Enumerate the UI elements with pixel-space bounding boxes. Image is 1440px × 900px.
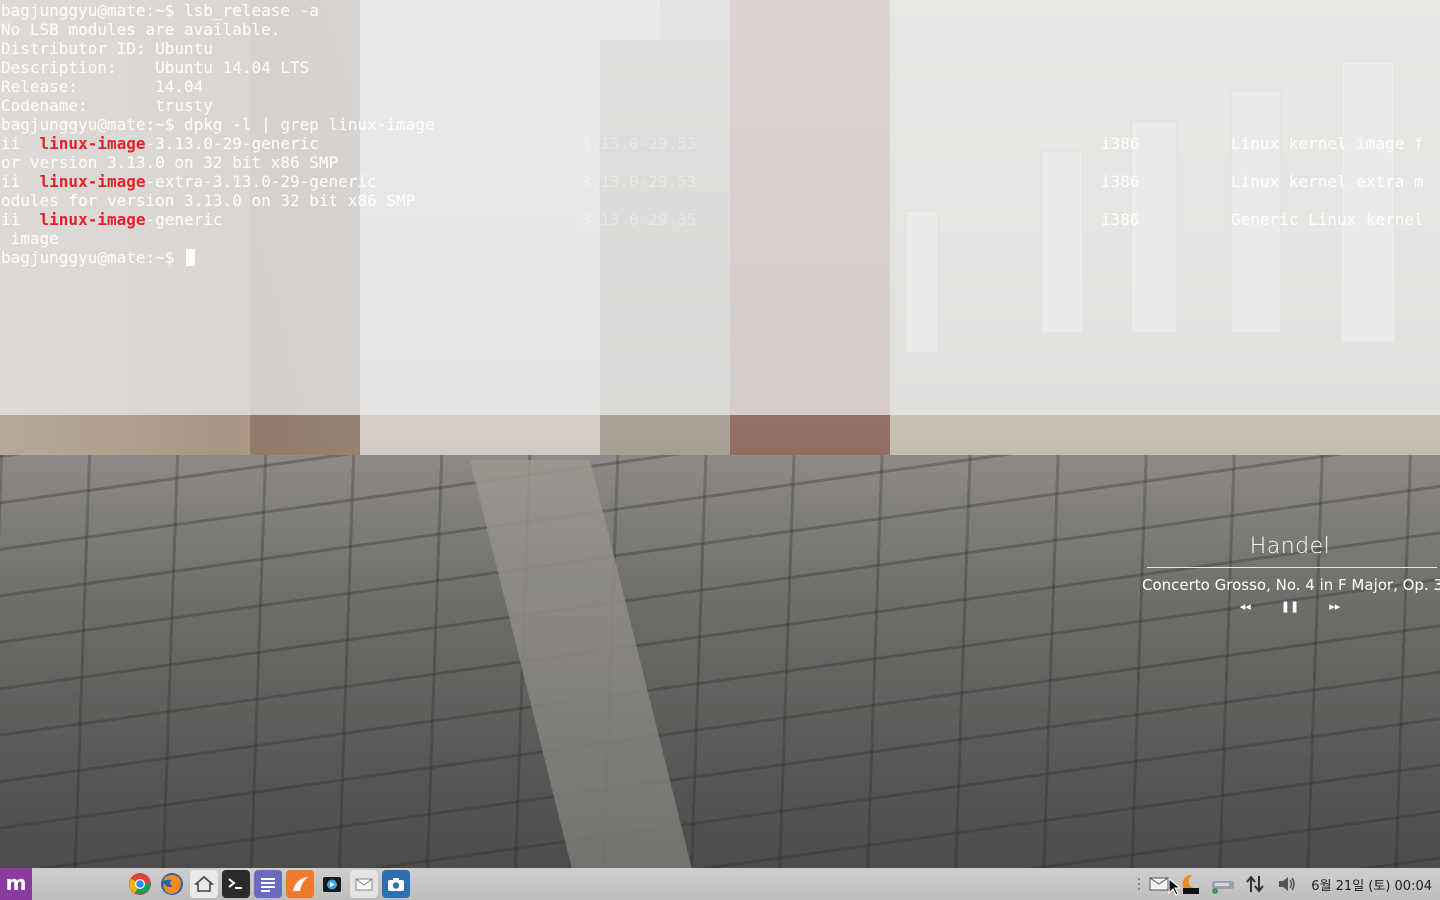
- package-version: 3.13.0.29.35: [581, 210, 697, 229]
- package-name-suffix: -extra-3.13.0-29-generic: [145, 172, 377, 191]
- clock[interactable]: 6월 21일 (토) 00:04: [1305, 875, 1440, 894]
- firefox-icon[interactable]: [158, 870, 186, 898]
- terminal-prompt: bagjunggyu@mate:~$: [1, 248, 175, 267]
- pause-icon[interactable]: ❚❚: [1281, 600, 1299, 613]
- text-editor-icon[interactable]: [254, 870, 282, 898]
- package-name-suffix: -generic: [145, 210, 223, 229]
- screenshot-icon[interactable]: [382, 870, 410, 898]
- terminal-line: bagjunggyu@mate:~$ dpkg -l | grep linux-…: [1, 115, 435, 134]
- distributor-value: Ubuntu: [155, 39, 213, 58]
- terminal-window[interactable]: bagjunggyu@mate:~$ lsb_release -a No LSB…: [0, 0, 1440, 415]
- terminal-line: Description: Ubuntu 14.04 LTS: [1, 58, 310, 77]
- music-controls: ◂◂ ❚❚ ▸▸: [1140, 600, 1440, 613]
- media-player-icon[interactable]: [318, 870, 346, 898]
- music-widget: Handel Concerto Grosso, No. 4 in F Major…: [1140, 534, 1440, 613]
- mate-menu-icon: m: [5, 870, 27, 895]
- app-icon[interactable]: [286, 870, 314, 898]
- terminal-line: Release: 14.04: [1, 77, 204, 96]
- transfer-arrows-icon[interactable]: [1241, 870, 1269, 898]
- package-name-highlight: linux-image: [39, 134, 146, 153]
- package-description: Generic Linux kernel: [1231, 210, 1424, 229]
- terminal-output[interactable]: bagjunggyu@mate:~$ lsb_release -a No LSB…: [1, 1, 1424, 267]
- wallpaper-cobblestone: [0, 455, 1440, 868]
- chrome-icon[interactable]: [126, 870, 154, 898]
- package-row-wrap: image: [1, 229, 59, 248]
- music-divider: [1147, 567, 1437, 568]
- package-name-highlight: linux-image: [39, 210, 146, 229]
- network-icon[interactable]: [1209, 870, 1237, 898]
- package-description: Linux kernel image f: [1231, 134, 1424, 153]
- music-artist: Handel: [1249, 534, 1331, 559]
- terminal-line: Codename: trusty: [1, 96, 213, 115]
- package-row: ii linux-image-generic 3.13.0.29.35 i386 Ge…: [1, 210, 1424, 229]
- terminal-line: bagjunggyu@mate:~$ lsb_release -a: [1, 1, 319, 20]
- package-arch: i386: [1101, 134, 1140, 153]
- package-name-suffix: -3.13.0-29-generic: [145, 134, 319, 153]
- terminal-prompt-line[interactable]: bagjunggyu@mate:~$: [1, 248, 434, 267]
- terminal-line: No LSB modules are available.: [1, 20, 281, 39]
- terminal-icon[interactable]: [222, 870, 250, 898]
- text-cursor: [186, 249, 196, 266]
- package-arch: i386: [1101, 172, 1140, 191]
- main-menu-button[interactable]: m: [0, 868, 32, 900]
- package-status: ii: [1, 134, 21, 153]
- rewind-icon[interactable]: ◂◂: [1240, 600, 1251, 613]
- mouse-pointer-icon: [1168, 878, 1182, 896]
- volume-icon[interactable]: [1273, 870, 1301, 898]
- home-folder-icon[interactable]: [190, 870, 218, 898]
- package-row-wrap: or version 3.13.0 on 32 bit x86 SMP: [1, 153, 339, 172]
- terminal-line: Distributor ID: Ubuntu: [1, 39, 213, 58]
- package-description: Linux kernel extra m: [1231, 172, 1424, 191]
- package-version: 3.13.0-29.53: [581, 172, 697, 191]
- package-row: ii linux-image-extra-3.13.0-29-generic 3.…: [1, 172, 1424, 191]
- package-row-wrap: odules for version 3.13.0 on 32 bit x86 …: [1, 191, 416, 210]
- drag-handle-icon[interactable]: [1135, 870, 1143, 898]
- package-name-highlight: linux-image: [39, 172, 146, 191]
- package-status: ii: [1, 210, 21, 229]
- bottom-panel: m 6월 21일 (토) 00:04: [0, 868, 1440, 900]
- package-row: ii linux-image-3.13.0-29-generic 3.13.0-2…: [1, 134, 1424, 153]
- package-status: ii: [1, 172, 21, 191]
- mail-icon[interactable]: [350, 870, 378, 898]
- music-track-title: Concerto Grosso, No. 4 in F Major, Op. 3…: [1142, 576, 1440, 594]
- fast-forward-icon[interactable]: ▸▸: [1329, 600, 1340, 613]
- package-version: 3.13.0-29.53: [581, 134, 697, 153]
- package-arch: i386: [1101, 210, 1140, 229]
- launcher-bar: [126, 870, 410, 898]
